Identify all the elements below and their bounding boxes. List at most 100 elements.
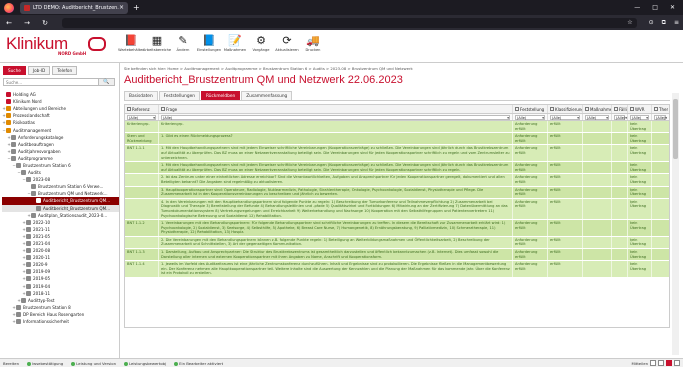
toolbar-button[interactable]: 📝 Maßnahmen bbox=[224, 34, 246, 52]
table-row[interactable]: BNT 1.1.4 1. Jeweils im Vorfeld des Audit… bbox=[125, 261, 669, 279]
filter-icon[interactable] bbox=[630, 107, 634, 111]
table-row[interactable]: 3. Hauptkooperationspartner sind: Operat… bbox=[125, 186, 669, 199]
search-input[interactable] bbox=[3, 78, 99, 86]
filter-icon[interactable] bbox=[515, 107, 519, 111]
table-row[interactable]: BNT 1.1.2 1. Vereinbarungen mit den Behan… bbox=[125, 220, 669, 237]
toolbar-button[interactable]: ▦ Arbeitsbereiche bbox=[143, 34, 171, 52]
tree-item[interactable]: +2021-05 bbox=[2, 233, 119, 240]
column-header[interactable]: Referenz bbox=[125, 105, 159, 113]
toolbar-button[interactable]: 🚚 Drucken bbox=[302, 34, 324, 52]
tree-item[interactable]: Auditbericht_Brustzentrum QM... bbox=[2, 204, 119, 212]
bookmark-star-icon[interactable]: ☆ bbox=[627, 19, 632, 26]
tree-item[interactable]: − Brustzentrum QM und Netzwerk... bbox=[2, 190, 119, 197]
table-row[interactable]: 2. Die Vereinbarungen mit den Behandlung… bbox=[125, 236, 669, 250]
scrollbar-thumb[interactable] bbox=[673, 99, 678, 159]
filter-select[interactable]: (Alle) ▾ bbox=[654, 115, 667, 120]
table-row[interactable]: 4. In den Vereinbarungen mit den Hauptbe… bbox=[125, 198, 669, 221]
logo[interactable]: Klinikum NORD GmbH bbox=[6, 34, 114, 58]
filter-select[interactable]: (Alle) ▾ bbox=[127, 115, 156, 120]
browser-tab[interactable]: LTD DEMO: Auditbericht_Brustzen... × bbox=[20, 1, 128, 14]
tree-item[interactable]: + Auditjahresvorgaben bbox=[2, 148, 119, 155]
filter-select[interactable]: (Alle) ▾ bbox=[614, 115, 627, 120]
new-tab-button[interactable]: + bbox=[133, 3, 140, 12]
tree-item[interactable]: + Prozesslandschaft bbox=[2, 112, 119, 119]
column-header[interactable]: Feststellung bbox=[513, 105, 548, 113]
tree-item[interactable]: +2020-08 bbox=[2, 247, 119, 254]
column-header[interactable]: Maßnahmentyp bbox=[583, 105, 612, 113]
sidebar-tab[interactable]: Suche bbox=[3, 66, 26, 75]
tree-item[interactable]: +2020-9 bbox=[2, 261, 119, 268]
forward-button[interactable]: → bbox=[22, 19, 32, 27]
back-button[interactable]: ← bbox=[4, 19, 14, 27]
tree-item[interactable]: +2021-11 bbox=[2, 226, 119, 233]
url-bar[interactable]: ☆ bbox=[62, 17, 637, 28]
toolbar-button[interactable]: 📕 Wartebehälter bbox=[118, 34, 144, 52]
tree-item[interactable]: Auditbericht_Brustzentrum QM... bbox=[2, 197, 119, 205]
table-row[interactable]: Kriteriengrp. Kriteriengrp. Anforderung er… bbox=[125, 121, 669, 134]
filter-select[interactable]: (Alle) ▾ bbox=[630, 115, 649, 120]
window-icon[interactable] bbox=[650, 360, 656, 366]
tree-item[interactable]: + Risikoatlas bbox=[2, 119, 119, 126]
tree-item[interactable]: + Informationssicherheit bbox=[2, 318, 119, 325]
tree-item[interactable]: − Brustzentrum Station 6 bbox=[2, 162, 119, 169]
minimize-icon[interactable]: — bbox=[634, 4, 640, 11]
filter-icon[interactable] bbox=[585, 107, 589, 111]
sidebar-tab[interactable]: Job-ID bbox=[27, 66, 51, 75]
table-row[interactable]: 2. Ist das Zentrum unter einer einheitli… bbox=[125, 174, 669, 187]
tree-item[interactable]: + Audittyp-Test bbox=[2, 297, 119, 304]
filter-icon[interactable] bbox=[654, 107, 658, 111]
filter-select[interactable]: (Alle) ▾ bbox=[585, 115, 609, 120]
content-tab[interactable]: Feststellungen bbox=[158, 91, 200, 100]
toolbar-button[interactable]: ⚙ Vorgänge bbox=[250, 34, 272, 52]
tree-item[interactable]: +2019-09 bbox=[2, 268, 119, 275]
column-header[interactable]: Fällig bbox=[612, 105, 628, 113]
search-icon[interactable]: 🔍 bbox=[99, 78, 115, 86]
tree-item[interactable]: +2019-05 bbox=[2, 275, 119, 282]
column-header[interactable]: Thema bbox=[652, 105, 668, 113]
tree-item[interactable]: + Brustzentrum Station 8 bbox=[2, 304, 119, 311]
filter-select[interactable]: (Alle) ▾ bbox=[550, 115, 580, 120]
filter-select[interactable]: (Alle) ▾ bbox=[161, 115, 510, 120]
vertical-scrollbar[interactable] bbox=[672, 93, 679, 355]
toolbar-button[interactable]: ⟳ Aktualisieren bbox=[275, 34, 298, 52]
window-icon[interactable] bbox=[674, 360, 680, 366]
filter-icon[interactable] bbox=[614, 107, 618, 111]
tree-item[interactable]: Holding AG bbox=[2, 91, 119, 98]
table-row[interactable]: BNT 1.1.3 1. Darstellung, Aufbau und Ansp… bbox=[125, 249, 669, 262]
pocket-icon[interactable]: ⊙ bbox=[649, 19, 654, 27]
tree-item[interactable]: + Auditplan_Stationsaudit_2023-0... bbox=[2, 212, 119, 219]
column-header[interactable]: Klassifizierung (Kl) bbox=[548, 105, 583, 113]
filter-icon[interactable] bbox=[550, 107, 554, 111]
window-icon[interactable] bbox=[658, 360, 664, 366]
column-header[interactable]: Frage bbox=[159, 105, 513, 113]
tree-item[interactable]: +2018-11 bbox=[2, 290, 119, 297]
tree-item[interactable]: + DP Bereich Haus Rosengarten bbox=[2, 311, 119, 318]
extensions-icon[interactable]: ⧉ bbox=[662, 19, 666, 27]
tree-item[interactable]: + Abteilungen und Bereiche bbox=[2, 105, 119, 112]
content-tab[interactable]: Zusammenfassung bbox=[241, 91, 293, 100]
table-row[interactable]: 1. Mit den Hauptbehandlungspartnern sind… bbox=[125, 162, 669, 175]
tree-item[interactable]: + Anforderungskataloge bbox=[2, 134, 119, 141]
toolbar-button[interactable]: 📘 Einstellungen bbox=[197, 34, 221, 52]
filter-icon[interactable] bbox=[161, 107, 165, 111]
tree-item[interactable]: Klinikum Nord bbox=[2, 98, 119, 105]
maximize-icon[interactable]: □ bbox=[652, 4, 658, 11]
menu-icon[interactable]: ≡ bbox=[674, 19, 679, 27]
column-header[interactable]: WVR bbox=[628, 105, 652, 113]
close-icon[interactable] bbox=[666, 360, 672, 366]
filter-select[interactable]: (Alle) ▾ bbox=[515, 115, 545, 120]
tab-close-icon[interactable]: × bbox=[119, 4, 124, 11]
tree-item[interactable]: +2020-11 bbox=[2, 254, 119, 261]
sidebar-tab[interactable]: Telefon bbox=[52, 66, 78, 75]
tree-item[interactable]: − Auditprogramme bbox=[2, 155, 119, 162]
table-row[interactable]: BNT 1.1.1 1. Mit den Hauptbehandlungspart… bbox=[125, 145, 669, 163]
tree-item[interactable]: +2022-10 bbox=[2, 219, 119, 226]
tree-item[interactable]: +2019-04 bbox=[2, 283, 119, 290]
filter-icon[interactable] bbox=[127, 107, 131, 111]
tree-item[interactable]: + Auditbeauftragen bbox=[2, 141, 119, 148]
content-tab[interactable]: Basisdaten bbox=[124, 91, 158, 100]
close-window-icon[interactable]: ✕ bbox=[670, 4, 675, 11]
table-row[interactable]: Stern und Rückmeldung 1. Gibt es einen Rü… bbox=[125, 133, 669, 146]
tree-item[interactable]: +2021-04 bbox=[2, 240, 119, 247]
tree-item[interactable]: −2023-08 bbox=[2, 176, 119, 183]
